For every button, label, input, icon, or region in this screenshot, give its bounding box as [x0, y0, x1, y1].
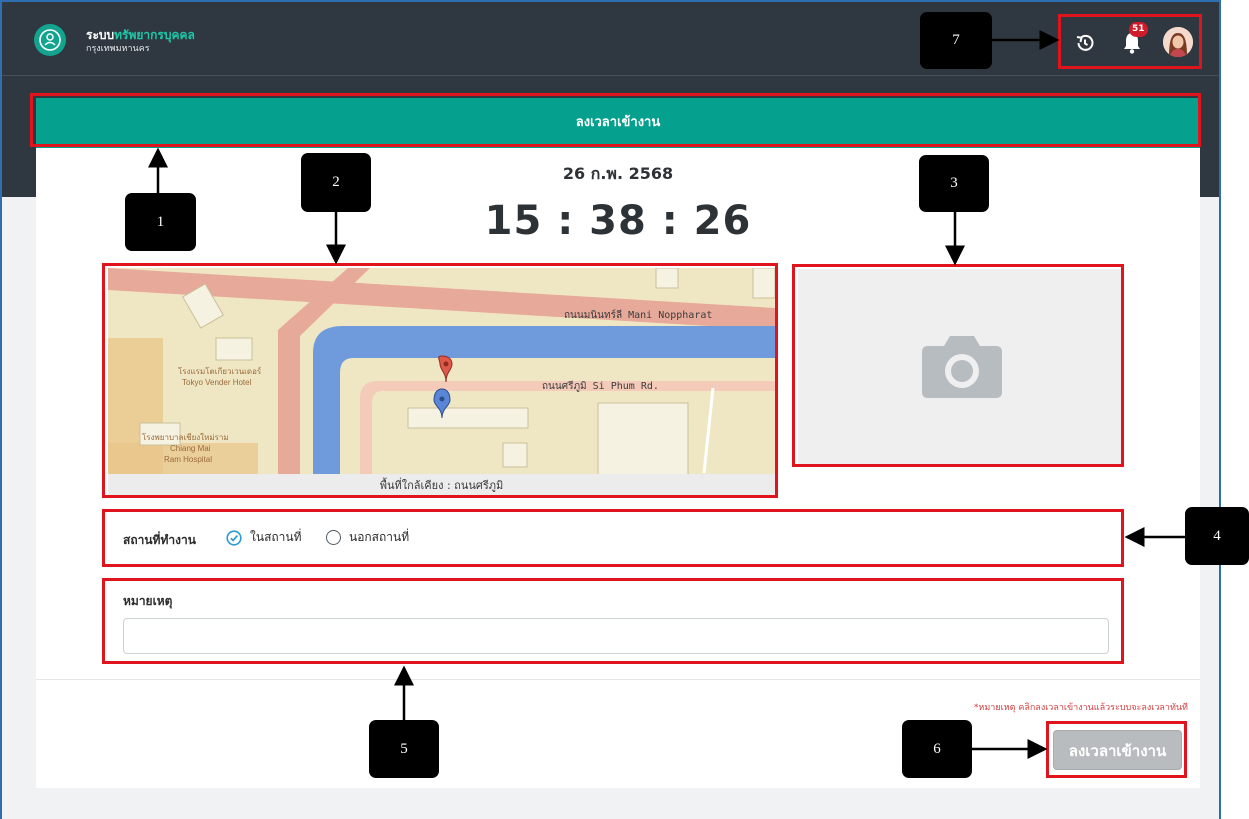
submit-note: *หมายเหตุ คลิกลงเวลาเข้างานแล้วระบบจะลงเ… [973, 703, 1188, 713]
callout-5: 5 [369, 720, 439, 778]
map-nearby-caption: พื้นที่ใกล้เคียง : ถนนศรีภูมิ [108, 474, 775, 498]
brand-subtitle: กรุงเทพมหานคร [86, 44, 150, 54]
photo-capture[interactable] [798, 269, 1123, 467]
callout-4: 4 [1185, 507, 1249, 565]
callout-1: 1 [125, 193, 196, 251]
worksite-option-inside-label: ในสถานที่ [250, 530, 302, 544]
callout-2: 2 [301, 153, 371, 212]
notification-badge: 51 [1129, 22, 1148, 37]
map-road-label-1: ถนนมนินทร์ลี Mani Noppharat [564, 309, 712, 321]
map-place-label-1b: Tokyo Vender Hotel [182, 378, 252, 387]
callout-6: 6 [902, 720, 972, 778]
worksite-label: สถานที่ทำงาน [123, 533, 196, 547]
history-icon[interactable] [1073, 31, 1097, 55]
clock-in-card: ลงเวลาเข้างาน 26 ก.พ. 2568 15 : 38 : 26 [36, 98, 1200, 788]
callout-3: 3 [919, 155, 989, 212]
check-circle-icon [226, 529, 242, 546]
camera-icon [922, 336, 1002, 398]
remark-label: หมายเหตุ [123, 594, 173, 608]
header-actions: 51 [1061, 17, 1202, 69]
app-window: ระบบทรัพยากรบุคคล กรุงเทพมหานคร 51 ลงเวล… [0, 0, 1221, 819]
topbar-divider [2, 75, 1219, 76]
map-place-label-2b: Chiang Mai [170, 444, 211, 453]
remark-input[interactable] [123, 618, 1109, 654]
location-map[interactable]: ถนนมนินทร์ลี Mani Noppharat ถนนศรีภูมิ S… [108, 268, 775, 498]
map-canvas: ถนนมนินทร์ลี Mani Noppharat ถนนศรีภูมิ S… [108, 268, 775, 498]
map-place-label-2a: โรงพยาบาลเชียงใหม่ราม [142, 432, 229, 442]
worksite-option-outside[interactable]: นอกสถานที่ [326, 528, 409, 547]
current-time: 15 : 38 : 26 [484, 198, 752, 244]
logo-icon[interactable] [34, 24, 66, 56]
avatar[interactable] [1163, 27, 1193, 57]
worksite-option-outside-label: นอกสถานที่ [349, 530, 410, 544]
card-divider [36, 679, 1200, 680]
brand-title-highlight: ทรัพยากรบุคคล [114, 28, 195, 42]
remark-section: หมายเหตุ [108, 582, 1122, 662]
map-road-label-2: ถนนศรีภูมิ Si Phum Rd. [542, 380, 659, 392]
clock-in-button[interactable]: ลงเวลาเข้างาน [1053, 730, 1182, 770]
current-date: 26 ก.พ. 2568 [562, 164, 674, 183]
brand-title-prefix: ระบบ [86, 28, 115, 42]
callout-7: 7 [920, 12, 992, 69]
card-title: ลงเวลาเข้างาน [36, 98, 1200, 148]
map-place-label-1a: โรงแรมโตเกียวเวนเดอร์ [178, 366, 262, 376]
worksite-selector: สถานที่ทำงาน ในสถานที่ นอกสถานที่ [108, 515, 1121, 565]
worksite-option-inside[interactable]: ในสถานที่ [226, 528, 302, 547]
map-place-label-2c: Ram Hospital [164, 455, 212, 464]
radio-empty-icon [326, 530, 341, 545]
